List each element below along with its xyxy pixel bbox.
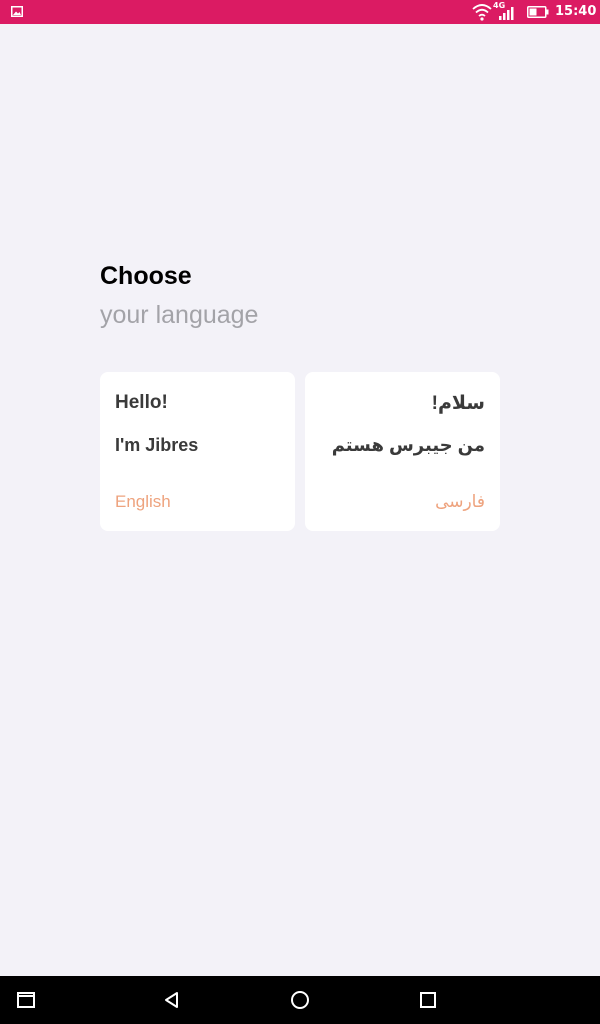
language-card-persian[interactable]: سلام! من جیبرس هستم فارسی — [305, 372, 500, 531]
page-subtitle: your language — [100, 301, 259, 329]
card-intro: من جیبرس هستم — [331, 435, 485, 455]
window-button[interactable] — [0, 976, 56, 1024]
card-greeting: سلام! — [431, 393, 485, 414]
card-language-name: فارسی — [435, 492, 485, 511]
recents-button[interactable] — [398, 976, 458, 1024]
card-greeting: Hello! — [115, 392, 168, 413]
signal-icon — [499, 7, 514, 20]
recents-square-icon — [420, 992, 436, 1008]
navigation-bar — [0, 976, 600, 1024]
card-language-name: English — [115, 492, 171, 511]
image-icon — [11, 6, 23, 17]
status-clock: 15:40 — [555, 4, 597, 19]
battery-icon — [527, 6, 549, 18]
language-card-english[interactable]: Hello! I'm Jibres English — [100, 372, 295, 531]
home-button[interactable] — [270, 976, 330, 1024]
home-circle-icon — [291, 991, 309, 1009]
page-title: Choose — [100, 262, 192, 290]
card-intro: I'm Jibres — [115, 435, 199, 455]
back-button[interactable] — [142, 976, 202, 1024]
back-triangle-icon — [165, 992, 178, 1008]
status-bar: 4G 15:40 — [0, 0, 600, 24]
window-icon — [17, 992, 35, 1008]
wifi-icon — [472, 4, 492, 21]
